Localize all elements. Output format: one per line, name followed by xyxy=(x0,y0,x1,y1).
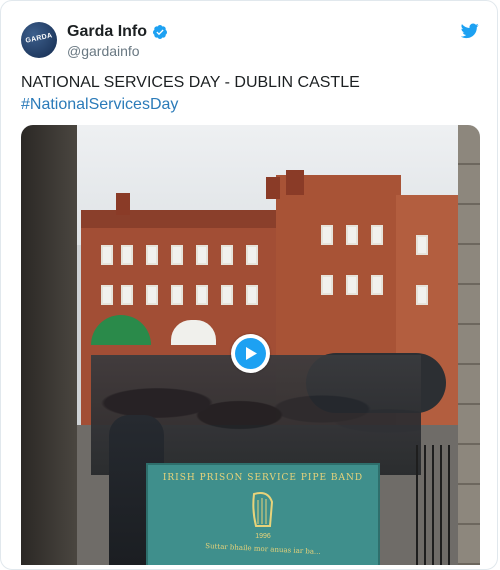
window xyxy=(371,225,383,245)
play-icon xyxy=(246,347,257,360)
hashtag-link[interactable]: #NationalServicesDay xyxy=(21,96,178,113)
window xyxy=(321,275,333,295)
window xyxy=(121,285,133,305)
play-button[interactable] xyxy=(231,334,270,373)
twitter-bird-icon[interactable] xyxy=(460,23,479,39)
chimney xyxy=(116,193,130,215)
window xyxy=(346,275,358,295)
chimney xyxy=(266,177,280,199)
author-handle[interactable]: @gardainfo xyxy=(67,42,140,60)
window xyxy=(371,275,383,295)
building-left-roof xyxy=(81,210,286,228)
tweet-card[interactable]: GARDA Garda Info @gardainfo NATIONAL SER… xyxy=(0,0,498,570)
window xyxy=(346,225,358,245)
tweet-text: NATIONAL SERVICES DAY - DUBLIN CASTLE #N… xyxy=(21,72,481,116)
window xyxy=(101,245,113,265)
window xyxy=(221,285,233,305)
window xyxy=(146,285,158,305)
author-name-row[interactable]: Garda Info xyxy=(67,22,168,42)
window xyxy=(221,245,233,265)
window xyxy=(121,245,133,265)
window xyxy=(416,285,428,305)
avatar[interactable]: GARDA xyxy=(21,22,57,58)
verified-badge-icon xyxy=(152,24,168,40)
window xyxy=(246,245,258,265)
pipe-band-banner: IRISH PRISON SERVICE PIPE BAND 1996 Sutt… xyxy=(146,463,380,565)
banner-title: IRISH PRISON SERVICE PIPE BAND xyxy=(162,473,364,483)
window xyxy=(171,245,183,265)
banner-motto: Suttar bhaile mor anuas iar ba... xyxy=(205,541,321,557)
video-thumbnail[interactable]: IRISH PRISON SERVICE PIPE BAND 1996 Sutt… xyxy=(21,125,480,565)
window xyxy=(246,285,258,305)
window xyxy=(196,245,208,265)
banner-year: 1996 xyxy=(255,533,271,540)
chimney xyxy=(286,170,304,195)
stone-pillar-right xyxy=(458,125,480,565)
window xyxy=(196,285,208,305)
harp-emblem-icon xyxy=(248,490,278,530)
author-display-name[interactable]: Garda Info xyxy=(67,22,147,42)
window xyxy=(146,245,158,265)
window xyxy=(321,225,333,245)
window xyxy=(171,285,183,305)
window xyxy=(101,285,113,305)
iron-railing xyxy=(416,445,456,565)
tweet-text-line: NATIONAL SERVICES DAY - DUBLIN CASTLE xyxy=(21,74,360,91)
window xyxy=(416,235,428,255)
avatar-logo-text: GARDA xyxy=(24,32,54,45)
stone-archway-left xyxy=(21,125,77,565)
play-button-inner xyxy=(235,338,266,369)
